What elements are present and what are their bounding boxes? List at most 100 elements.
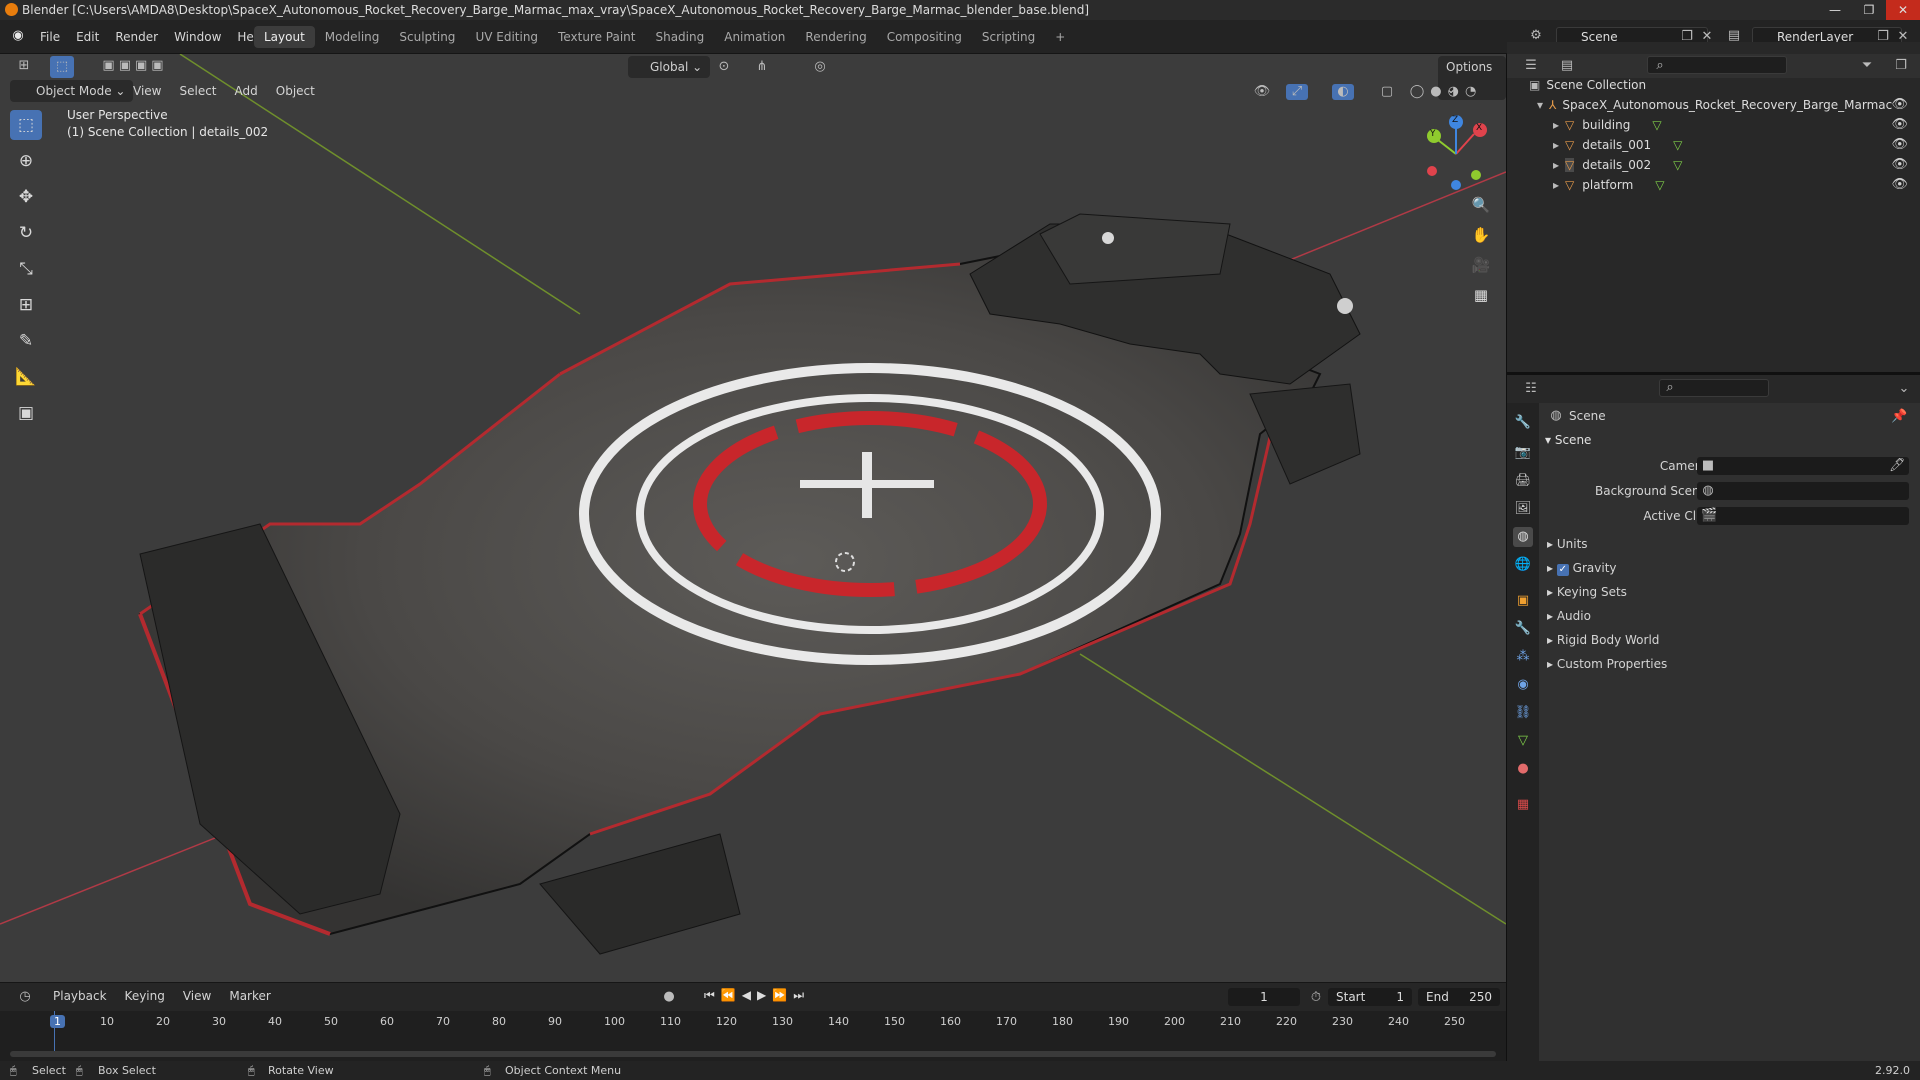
eye-icon[interactable]: 👁 — [1891, 177, 1908, 192]
camera-field[interactable]: ■ 🖊 — [1697, 457, 1909, 475]
timeline-menu-marker[interactable]: Marker — [220, 985, 279, 1007]
world-tab-icon[interactable]: 🌐 — [1513, 555, 1533, 575]
stopwatch-icon[interactable]: ⏱ — [1308, 990, 1324, 1006]
mode-dropdown[interactable]: Object Mode ⌄ — [10, 80, 134, 102]
tab-sculpting[interactable]: Sculpting — [389, 26, 465, 48]
prev-keyframe-icon[interactable]: ⏪ — [721, 988, 736, 1003]
gizmo-toggle-icon[interactable]: ⤢ — [1286, 84, 1308, 100]
tool-tab-icon[interactable]: 🔧 — [1513, 413, 1533, 433]
scene-collection-row[interactable]: ▣ Scene Collection — [1529, 75, 1646, 95]
tab-modeling[interactable]: Modeling — [315, 26, 390, 48]
editor-type-icon[interactable]: ⊞ — [10, 58, 38, 74]
tab-compositing[interactable]: Compositing — [877, 26, 972, 48]
mesh-data-icon[interactable]: ▽ — [1673, 158, 1682, 172]
physics-tab-icon[interactable]: ◉ — [1513, 675, 1533, 695]
object-tab-icon[interactable]: ▣ — [1513, 591, 1533, 611]
viewport-menu-object[interactable]: Object — [267, 80, 324, 102]
mesh-data-icon[interactable]: ▽ — [1652, 118, 1661, 132]
view-layer-tab-icon[interactable]: 🖼 — [1513, 499, 1533, 519]
camera-view-icon[interactable]: 🎥 — [1468, 252, 1494, 278]
outliner-item-building[interactable]: ▸ ▽ building ▽ — [1553, 115, 1662, 135]
menu-file[interactable]: File — [32, 28, 68, 46]
properties-editor-icon[interactable]: ☷ — [1519, 381, 1543, 397]
close-window-button[interactable]: ✕ — [1886, 0, 1920, 20]
viewport-menu-select[interactable]: Select — [170, 80, 225, 102]
maximize-button[interactable]: ❐ — [1852, 0, 1886, 20]
pan-hand-icon[interactable]: ✋ — [1468, 222, 1494, 248]
modifier-tab-icon[interactable]: 🔧 — [1513, 619, 1533, 639]
select-tool-icon[interactable]: ⬚ — [50, 56, 74, 78]
timeline-menu-view[interactable]: View — [174, 985, 220, 1007]
output-tab-icon[interactable]: 🖨 — [1513, 471, 1533, 491]
expand-arrow-icon[interactable]: ▸ — [1553, 158, 1559, 172]
3d-viewport[interactable]: ⊞ ⬚ ▣▣▣▣ Global ⌄ ⊙ ⋔ ◎ Options ⌄ Object… — [0, 54, 1506, 982]
end-frame-field[interactable]: End 250 — [1418, 988, 1500, 1006]
mesh-data-tab-icon[interactable]: ▽ — [1513, 731, 1533, 751]
eye-icon[interactable]: 👁 — [1891, 137, 1908, 152]
collapse-arrow-icon[interactable]: ▾ — [1537, 98, 1543, 112]
viewport-menu-add[interactable]: Add — [226, 80, 267, 102]
next-keyframe-icon[interactable]: ⏩ — [772, 988, 787, 1003]
constraints-tab-icon[interactable]: ⛓ — [1513, 703, 1533, 723]
render-tab-icon[interactable]: 📷 — [1513, 443, 1533, 463]
select-box-tool-icon[interactable]: ⬚ — [10, 110, 42, 140]
collection-row[interactable]: ▾ ⅄ SpaceX_Autonomous_Rocket_Recovery_Barg… — [1537, 95, 1917, 115]
outliner-item-details-001[interactable]: ▸ ▽ details_001 ▽ — [1553, 135, 1682, 155]
pin-icon[interactable]: 📌 — [1891, 409, 1907, 425]
move-tool-icon[interactable]: ✥ — [10, 182, 42, 212]
timeline-track[interactable]: 1 10 20 30 40 50 60 70 80 90 100 110 120 130 140 150 160… — [0, 1011, 1506, 1061]
start-frame-field[interactable]: Start 1 — [1328, 988, 1412, 1006]
navigation-gizmo[interactable]: X Y Z — [1418, 114, 1498, 194]
mesh-data-icon[interactable]: ▽ — [1673, 138, 1682, 152]
add-cube-tool-icon[interactable]: ▣ — [10, 398, 42, 428]
tab-shading[interactable]: Shading — [645, 26, 714, 48]
tab-layout[interactable]: Layout — [254, 26, 315, 48]
custom-properties-panel[interactable]: ▸ Custom Properties — [1547, 657, 1667, 671]
active-clip-field[interactable]: 🎬 — [1697, 507, 1909, 525]
timeline-editor-icon[interactable]: ◷ — [12, 989, 38, 1005]
add-workspace-button[interactable]: + — [1045, 26, 1075, 48]
shading-mode-icons[interactable]: ◯●◑◔ — [1404, 84, 1488, 100]
gravity-checkbox[interactable]: ✓ — [1556, 564, 1569, 576]
snap-icon[interactable]: ⋔ — [752, 59, 772, 75]
timeline-menu-playback[interactable]: Playback — [44, 985, 116, 1007]
properties-options-icon[interactable]: ⌄ — [1897, 381, 1911, 397]
expand-arrow-icon[interactable]: ▸ — [1553, 138, 1559, 152]
minimize-button[interactable]: — — [1818, 0, 1852, 20]
outliner-item-details-002[interactable]: ▸ ▽ details_002 ▽ — [1553, 155, 1682, 175]
scene-tab-icon[interactable]: ◍ — [1513, 527, 1533, 547]
eye-icon[interactable]: 👁 — [1891, 117, 1908, 132]
ortho-grid-icon[interactable]: ▦ — [1468, 282, 1494, 308]
transform-tool-icon[interactable]: ⊞ — [10, 290, 42, 320]
new-collection-icon[interactable]: ❐ — [1891, 58, 1911, 74]
display-mode-icon[interactable]: ▤ — [1555, 58, 1579, 74]
play-icon[interactable]: ▶ — [757, 988, 766, 1003]
keying-sets-panel[interactable]: ▸ Keying Sets — [1547, 585, 1627, 599]
cursor-tool-icon[interactable]: ⊕ — [10, 146, 42, 176]
scale-tool-icon[interactable]: ⤡ — [10, 254, 42, 284]
tab-rendering[interactable]: Rendering — [795, 26, 876, 48]
annotate-tool-icon[interactable]: ✎ — [10, 326, 42, 356]
particles-tab-icon[interactable]: ⁂ — [1513, 647, 1533, 667]
measure-tool-icon[interactable]: 📐 — [10, 362, 42, 392]
scene-panel-header[interactable]: ▾ Scene — [1545, 433, 1591, 447]
material-tab-icon[interactable]: ● — [1513, 759, 1533, 779]
play-reverse-icon[interactable]: ◀ — [742, 988, 751, 1003]
rotate-tool-icon[interactable]: ↻ — [10, 218, 42, 248]
proportional-edit-icon[interactable]: ◎ — [812, 59, 828, 75]
visibility-icon[interactable]: 👁 — [1250, 84, 1274, 100]
background-scene-field[interactable]: ◍ — [1697, 482, 1909, 500]
mesh-data-icon[interactable]: ▽ — [1655, 178, 1664, 192]
current-frame-field[interactable]: 1 — [1228, 988, 1300, 1006]
expand-arrow-icon[interactable]: ▸ — [1553, 178, 1559, 192]
eye-icon[interactable]: 👁 — [1891, 97, 1908, 112]
tab-texture-paint[interactable]: Texture Paint — [548, 26, 645, 48]
texture-tab-icon[interactable]: ▦ — [1513, 795, 1533, 815]
filter-icon[interactable]: ⏷ — [1857, 58, 1877, 74]
tab-animation[interactable]: Animation — [714, 26, 795, 48]
tab-scripting[interactable]: Scripting — [972, 26, 1045, 48]
eye-icon[interactable]: 👁 — [1891, 157, 1908, 172]
eyedropper-icon[interactable]: 🖊 — [1889, 458, 1906, 474]
viewport-menu-view[interactable]: View — [124, 80, 170, 102]
zoom-icon[interactable]: 🔍 — [1468, 192, 1494, 218]
